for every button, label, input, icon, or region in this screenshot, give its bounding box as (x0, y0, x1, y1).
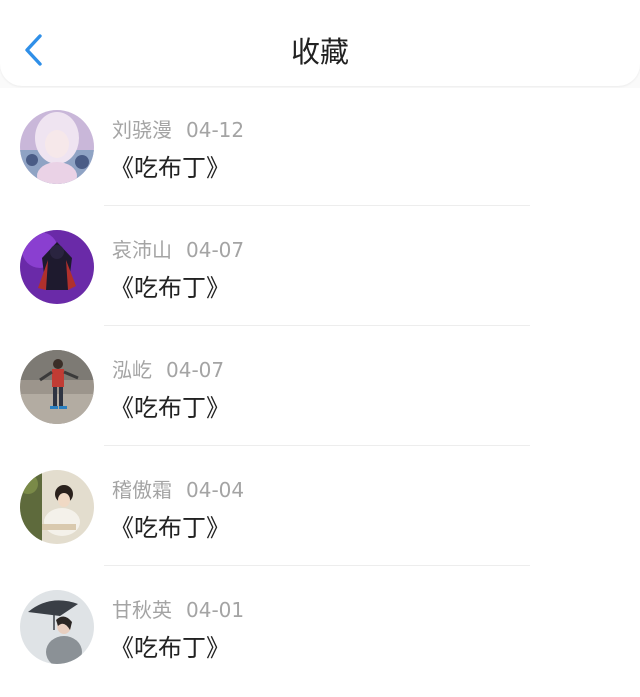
date: 04-04 (186, 478, 245, 502)
work-title[interactable]: 《吃布丁》 (110, 268, 230, 303)
list-item[interactable]: 甘秋英 04-01 《吃布丁》 (0, 568, 640, 688)
username: 甘秋英 (112, 598, 172, 622)
work-title[interactable]: 《吃布丁》 (110, 388, 230, 423)
item-meta: 稽傲霜 04-04 (112, 474, 244, 503)
date: 04-07 (186, 238, 245, 262)
date: 04-07 (166, 358, 225, 382)
avatar[interactable] (20, 590, 94, 664)
list-item[interactable]: 刘骁漫 04-12 《吃布丁》 (0, 88, 640, 208)
favorites-list: 刘骁漫 04-12 《吃布丁》 哀沛山 04-07 《吃布丁》 泓屹 04-07… (0, 88, 640, 697)
item-meta: 刘骁漫 04-12 (112, 114, 244, 143)
work-title[interactable]: 《吃布丁》 (110, 628, 230, 663)
list-item[interactable]: 哀沛山 04-07 《吃布丁》 (0, 208, 640, 328)
divider (104, 565, 530, 566)
username: 泓屹 (112, 358, 152, 382)
date: 04-12 (186, 118, 245, 142)
username: 刘骁漫 (112, 118, 172, 142)
date: 04-01 (186, 598, 245, 622)
divider (104, 205, 530, 206)
username: 稽傲霜 (112, 478, 172, 502)
list-item[interactable]: 稽傲霜 04-04 《吃布丁》 (0, 448, 640, 568)
avatar[interactable] (20, 110, 94, 184)
work-title[interactable]: 《吃布丁》 (110, 148, 230, 183)
divider (104, 445, 530, 446)
work-title[interactable]: 《吃布丁》 (110, 508, 230, 543)
divider (104, 325, 530, 326)
item-meta: 泓屹 04-07 (112, 354, 224, 383)
avatar[interactable] (20, 470, 94, 544)
item-meta: 哀沛山 04-07 (112, 234, 244, 263)
avatar[interactable] (20, 230, 94, 304)
item-meta: 甘秋英 04-01 (112, 594, 244, 623)
list-item[interactable]: 泓屹 04-07 《吃布丁》 (0, 328, 640, 448)
username: 哀沛山 (112, 238, 172, 262)
avatar[interactable] (20, 350, 94, 424)
top-bar: 收藏 (0, 0, 640, 86)
